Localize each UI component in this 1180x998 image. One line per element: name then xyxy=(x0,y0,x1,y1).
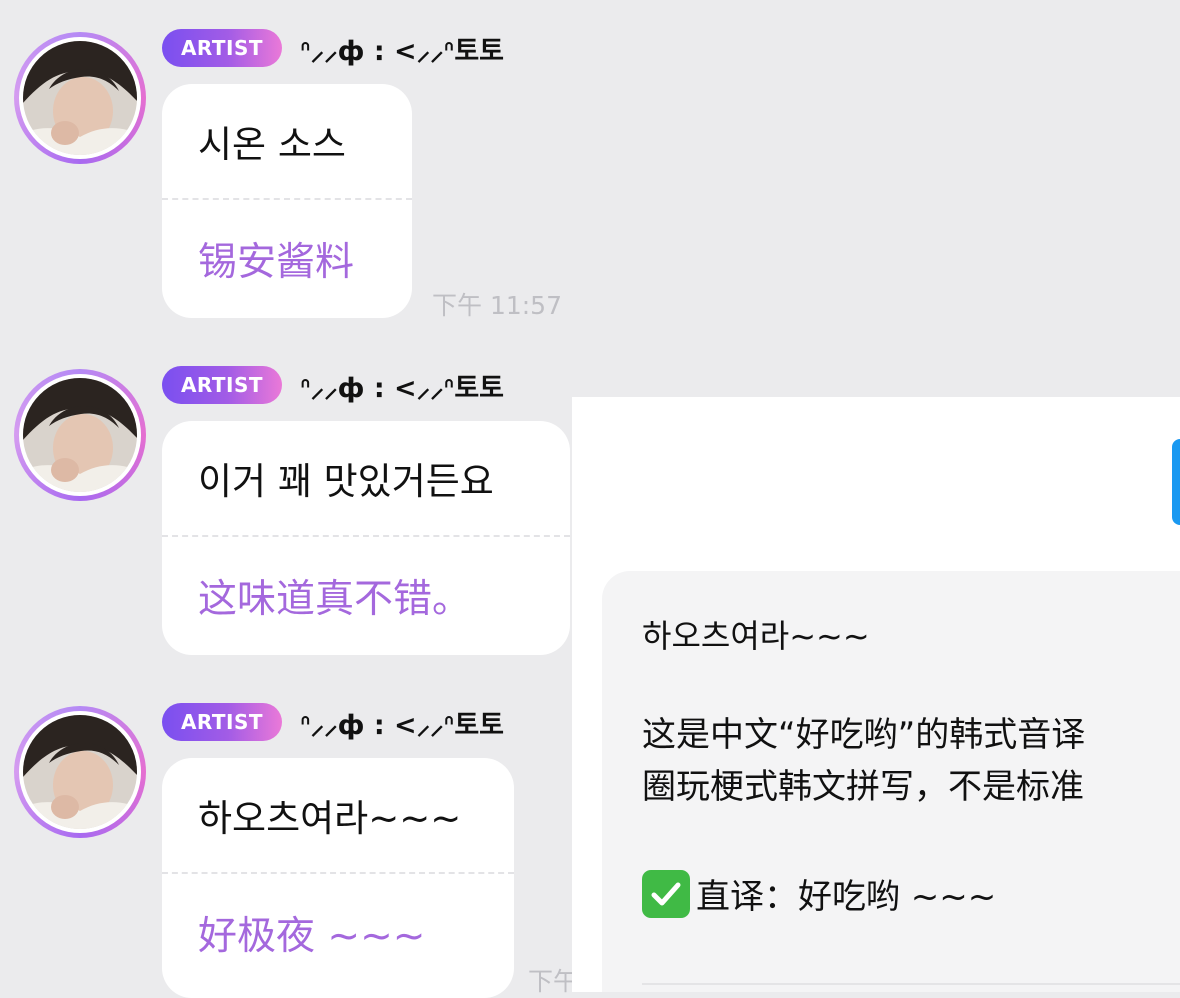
message-bubble[interactable]: 하오츠여라~~~ 好极夜 ~~~ xyxy=(162,758,514,998)
explanation-line: 这是中文“好吃哟”的韩式音译 xyxy=(642,715,1086,755)
timestamp: 下午 11:57 xyxy=(432,291,562,320)
literal-translation: 直译：好吃哟 ~~~ xyxy=(642,869,996,918)
artist-badge: ARTIST xyxy=(162,703,282,741)
explanation-line: 圈玩梗式韩文拼写，不是标准 xyxy=(642,767,1084,807)
chat-screen: { "messages": [ { "badge": "ARTIST", "se… xyxy=(0,0,1180,998)
avatar[interactable] xyxy=(14,706,146,838)
explanation-title: 하오츠여라~~~ xyxy=(642,617,870,655)
original-text: 시온 소스 xyxy=(198,123,346,166)
blue-element-edge[interactable] xyxy=(1172,439,1180,525)
avatar[interactable] xyxy=(14,32,146,164)
artist-badge: ARTIST xyxy=(162,366,282,404)
avatar[interactable] xyxy=(14,369,146,501)
avatar-photo xyxy=(23,378,137,492)
timestamp: 下午 xyxy=(528,967,579,996)
sender-name[interactable]: ᐢ⸝⸝ф : <⸝⸝ᐢ토토 xyxy=(300,366,504,405)
explanation-panel: 하오츠여라~~~ 这是中文“好吃哟”的韩式音译 圈玩梗式韩文拼写，不是标准 直译… xyxy=(572,397,1180,992)
sender-name[interactable]: ᐢ⸝⸝ф : <⸝⸝ᐢ토토 xyxy=(300,29,504,68)
artist-badge: ARTIST xyxy=(162,29,282,67)
translated-text: 这味道真不错。 xyxy=(198,577,472,622)
explanation-paragraph: 这是中文“好吃哟”的韩式音译 圈玩梗式韩文拼写，不是标准 xyxy=(642,709,1085,813)
translated-text: 好极夜 ~~~ xyxy=(198,914,426,959)
translated-text: 锡安酱料 xyxy=(198,240,355,285)
literal-text: 直译：好吃哟 ~~~ xyxy=(696,877,997,917)
message-header: ARTIST ᐢ⸝⸝ф : <⸝⸝ᐢ토토 xyxy=(162,702,504,742)
message-header: ARTIST ᐢ⸝⸝ф : <⸝⸝ᐢ토토 xyxy=(162,365,504,405)
message-header: ARTIST ᐢ⸝⸝ф : <⸝⸝ᐢ토토 xyxy=(162,28,504,68)
original-text: 이거 꽤 맛있거든요 xyxy=(198,460,494,503)
message-bubble[interactable]: 시온 소스 锡安酱料 xyxy=(162,84,412,318)
sender-name[interactable]: ᐢ⸝⸝ф : <⸝⸝ᐢ토토 xyxy=(300,703,504,742)
message-bubble[interactable]: 이거 꽤 맛있거든요 这味道真不错。 xyxy=(162,421,570,655)
original-text: 하오츠여라~~~ xyxy=(198,797,462,840)
avatar-photo xyxy=(23,41,137,155)
check-mark-icon xyxy=(642,869,690,918)
avatar-photo xyxy=(23,715,137,829)
divider xyxy=(642,983,1180,985)
